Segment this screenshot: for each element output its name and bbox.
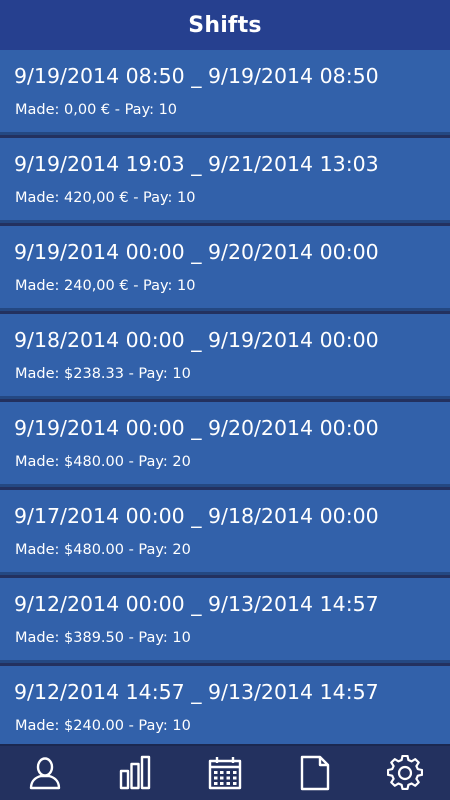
shift-earnings: Made: $480.00 - Pay: 20 — [15, 454, 191, 470]
gear-icon — [387, 755, 423, 790]
shift-earnings: Made: $240.00 - Pay: 10 — [15, 718, 191, 734]
shift-row[interactable]: 9/12/2014 00:00 _ 9/13/2014 14:57 Made: … — [0, 578, 450, 663]
bottom-tab-bar — [0, 744, 450, 800]
calendar-icon — [208, 757, 242, 790]
shift-date-range: 9/12/2014 14:57 _ 9/13/2014 14:57 — [14, 680, 379, 704]
document-icon — [300, 755, 330, 791]
shift-earnings: Made: $480.00 - Pay: 20 — [15, 542, 191, 558]
shift-row[interactable]: 9/19/2014 00:00 _ 9/20/2014 00:00 Made: … — [0, 402, 450, 487]
shift-date-range: 9/12/2014 00:00 _ 9/13/2014 14:57 — [14, 592, 379, 616]
shift-date-range: 9/19/2014 00:00 _ 9/20/2014 00:00 — [14, 416, 379, 440]
shift-row[interactable]: 9/12/2014 14:57 _ 9/13/2014 14:57 Made: … — [0, 666, 450, 744]
shift-date-range: 9/19/2014 00:00 _ 9/20/2014 00:00 — [14, 240, 379, 264]
shift-row[interactable]: 9/19/2014 00:00 _ 9/20/2014 00:00 Made: … — [0, 226, 450, 311]
shift-row[interactable]: 9/19/2014 19:03 _ 9/21/2014 13:03 Made: … — [0, 138, 450, 223]
shift-list[interactable]: 9/19/2014 08:50 _ 9/19/2014 08:50 Made: … — [0, 50, 450, 744]
shift-row[interactable]: 9/18/2014 00:00 _ 9/19/2014 00:00 Made: … — [0, 314, 450, 399]
shift-earnings: Made: 420,00 € - Pay: 10 — [15, 190, 196, 206]
shift-row[interactable]: 9/17/2014 00:00 _ 9/18/2014 00:00 Made: … — [0, 490, 450, 575]
shift-date-range: 9/18/2014 00:00 _ 9/19/2014 00:00 — [14, 328, 379, 352]
shift-row[interactable]: 9/19/2014 08:50 _ 9/19/2014 08:50 Made: … — [0, 50, 450, 135]
shift-earnings: Made: 240,00 € - Pay: 10 — [15, 278, 196, 294]
tab-reports[interactable] — [290, 748, 340, 798]
tab-calendar[interactable] — [200, 748, 250, 798]
shift-earnings: Made: 0,00 € - Pay: 10 — [15, 102, 178, 118]
shift-date-range: 9/19/2014 19:03 _ 9/21/2014 13:03 — [14, 152, 379, 176]
shift-earnings: Made: $238.33 - Pay: 10 — [15, 366, 191, 382]
tab-profile[interactable] — [20, 748, 70, 798]
tab-settings[interactable] — [380, 748, 430, 798]
shift-date-range: 9/19/2014 08:50 _ 9/19/2014 08:50 — [14, 64, 379, 88]
page-title: Shifts — [188, 12, 262, 38]
shift-earnings: Made: $389.50 - Pay: 10 — [15, 630, 191, 646]
app-header: Shifts — [0, 0, 450, 50]
shift-date-range: 9/17/2014 00:00 _ 9/18/2014 00:00 — [14, 504, 379, 528]
user-icon — [29, 757, 61, 790]
tab-statistics[interactable] — [110, 748, 160, 798]
bar-chart-icon — [119, 755, 151, 790]
